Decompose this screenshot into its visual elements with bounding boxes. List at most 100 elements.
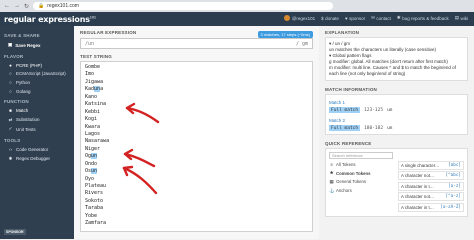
mail-icon: ✉ (371, 15, 375, 20)
test-string-line: Yobe (85, 212, 98, 219)
address-bar[interactable]: 🔒 regex101.com (33, 2, 334, 10)
sidebar-heading-save: SAVE & SHARE (4, 33, 40, 38)
flavor-pcre[interactable]: ● PCRE (PHP) (4, 61, 70, 70)
function-unit-tests[interactable]: ✓ Unit Tests (4, 125, 70, 135)
test-string-line: Lagos (85, 130, 101, 137)
dollar-icon: $ (321, 15, 324, 21)
explanation-box: ▾ / un / gm un matches the characters un… (325, 37, 468, 81)
match-information-box: Match 1 Full match 123-125 un Match 2 Fu… (325, 94, 468, 135)
test-string-line: Niger (85, 145, 101, 152)
avatar (284, 15, 291, 21)
match-row[interactable]: Full match 123-125 un (329, 107, 464, 113)
save-regex-button[interactable]: ▣ Save Regex (4, 40, 70, 50)
test-string-line: Ondo (85, 160, 98, 167)
reference-tokens: A single character… [abc] A character not… (398, 161, 464, 213)
sidebar-heading-tools: TOOLS (4, 138, 21, 144)
url-text: regex101.com (47, 3, 79, 9)
header-link-bugs[interactable]: ✱ bug reports & feedback (397, 15, 449, 21)
match-highlight[interactable]: un (91, 168, 98, 175)
test-string-line: Nasarawa (85, 138, 110, 145)
header-link-twitter[interactable]: @regex101 (284, 15, 315, 21)
function-substitution[interactable]: ⇄ Substitution (4, 115, 70, 125)
save-icon: ▣ (8, 42, 13, 47)
forward-icon[interactable]: → (14, 3, 20, 9)
test-string-line: Ogun (85, 153, 98, 160)
function-match[interactable]: ■ Match (4, 106, 70, 115)
reload-icon[interactable]: ↻ (24, 3, 29, 10)
category-anchors[interactable]: ⚓ Anchors (329, 186, 395, 195)
reference-search-input[interactable]: Search reference (329, 152, 393, 159)
test-string-line: Kano (85, 93, 98, 100)
test-string-line: Rivers (85, 190, 104, 197)
sidebar: SAVE & SHARE ▣ Save Regex FLAVOR ● PCRE (… (0, 26, 74, 239)
radio-icon: ○ (9, 71, 12, 77)
reference-token[interactable]: A character not… [^abc] (398, 171, 464, 181)
test-string-input[interactable]: Gombe Imo Jigawa Kaduna Kano Katsina Kebbi Kogi… (80, 61, 313, 232)
back-icon[interactable]: ← (4, 3, 10, 9)
tool-code-generator[interactable]: ‹› Code Generator (4, 145, 70, 154)
header-link-wiki[interactable]: ▤ wiki (455, 15, 468, 21)
wiki-icon: ▤ (454, 15, 459, 20)
test-string-line: Kogi (85, 116, 98, 123)
header-links: @regex101 $ donate ♥ sponsor ✉ contact ✱ bug… (284, 15, 468, 21)
explanation-line: m modifier: multi line. Causes ^ and $ t… (329, 65, 456, 76)
match-row[interactable]: Full match 180-182 un (329, 125, 464, 131)
header-link-sponsor[interactable]: ♥ sponsor (345, 16, 365, 21)
right-panel: EXPLANATION ▾ / un / gm un matches the c… (319, 26, 474, 239)
flavor-golang[interactable]: ○ Golang (4, 87, 70, 96)
grid-icon: ▦ (329, 178, 334, 184)
header-link-contact[interactable]: ✉ contact (371, 15, 391, 21)
test-string-line: Kebbi (85, 108, 101, 115)
match-highlight[interactable]: un (91, 153, 98, 160)
sponsor-badge[interactable]: SPONSOR (4, 229, 26, 235)
test-string-line: Katsina (85, 101, 107, 108)
test-string-line: Plateau (85, 183, 107, 189)
header-link-donate[interactable]: $ donate (321, 16, 339, 21)
category-common-tokens[interactable]: ★ Common Tokens (329, 169, 395, 178)
bug-icon: ✱ (396, 15, 401, 20)
test-string-title: TEST STRING (80, 54, 112, 59)
test-string-line: Kwara (85, 123, 101, 130)
test-string-line: Sokoto (85, 197, 104, 204)
radio-icon: ○ (9, 79, 12, 85)
reference-token[interactable]: A character not… [^a-z] (398, 192, 464, 202)
lock-icon: 🔒 (38, 3, 45, 9)
reference-categories: ≡ All Tokens ★ Common Tokens ▦ General Toke… (329, 161, 395, 213)
match-icon: ■ (9, 108, 12, 114)
quick-reference-box: Search reference ≡ All Tokens ★ Common Tok… (325, 148, 468, 217)
test-string-line: Osun (85, 168, 98, 175)
browser-toolbar: ← → ↻ 🔒 regex101.com (0, 0, 474, 12)
test-string-line: Gombe (85, 64, 101, 70)
heart-icon: ♥ (344, 15, 348, 21)
test-string-line: Kaduna (85, 86, 104, 93)
test-string-line: Oyo (85, 175, 95, 182)
category-general-tokens[interactable]: ▦ General Tokens (329, 178, 395, 187)
test-string-line: Imo (85, 71, 95, 78)
flavor-ecmascript[interactable]: ○ ECMAScript (JavaScript) (4, 70, 70, 79)
match-information-title: MATCH INFORMATION (325, 87, 377, 92)
reference-token[interactable]: A character in t… [a-z] (398, 181, 464, 191)
reference-token[interactable]: A character in t… [a-zA-Z] (398, 202, 464, 212)
quick-reference-title: QUICK REFERENCE (325, 141, 372, 146)
category-all-tokens[interactable]: ≡ All Tokens (329, 161, 395, 169)
test-string-line: Jigawa (85, 78, 104, 85)
flavor-python[interactable]: ○ Python (4, 78, 70, 87)
editor-panel: REGULAR EXPRESSION 3 matches, 17 steps (… (74, 26, 319, 239)
star-icon: ★ (329, 170, 334, 176)
site-logo[interactable]: regular expressions101 (4, 15, 96, 24)
regex-pattern: un (88, 40, 95, 47)
test-string-line: Taraba (85, 205, 104, 212)
code-icon: ‹› (9, 146, 12, 152)
match-label: Match 2 (329, 118, 346, 123)
check-icon: ✓ (8, 126, 13, 132)
regex-flags[interactable]: / gm (296, 41, 308, 47)
anchor-icon: ⚓ (329, 187, 335, 193)
reference-token[interactable]: A single character… [abc] (398, 161, 464, 170)
list-icon: ≡ (330, 162, 333, 168)
regex-input[interactable]: / un / gm (80, 38, 313, 49)
sidebar-heading-function: FUNCTION (4, 99, 29, 105)
tool-regex-debugger[interactable]: ✱ Regex Debugger (4, 154, 70, 164)
test-string-line: Zamfara (85, 220, 107, 227)
radio-selected-icon: ● (9, 62, 12, 68)
debug-icon: ✱ (8, 155, 13, 161)
